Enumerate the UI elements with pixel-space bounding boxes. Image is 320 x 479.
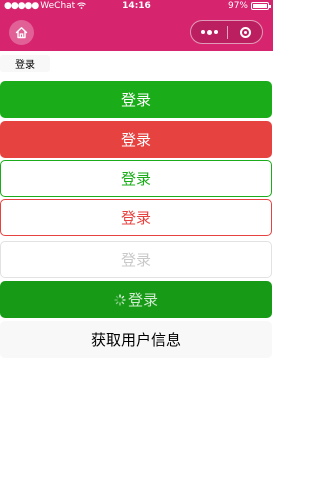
battery-icon <box>251 2 271 10</box>
close-miniprogram-button[interactable] <box>228 26 262 38</box>
more-button[interactable] <box>191 29 227 35</box>
plain-warn-login-button[interactable]: 登录 <box>0 199 272 236</box>
nav-bar <box>0 14 273 51</box>
mini-login-button[interactable]: 登录 <box>0 55 50 72</box>
loading-spinner-icon <box>114 293 126 306</box>
status-right: 97% <box>227 1 271 11</box>
get-user-info-button[interactable]: 获取用户信息 <box>0 321 272 358</box>
loading-button-label: 登录 <box>127 291 158 309</box>
target-icon <box>239 26 251 38</box>
primary-login-button[interactable]: 登录 <box>0 81 272 118</box>
battery-percent: 97% <box>227 1 248 11</box>
capsule-menu <box>190 20 263 44</box>
plain-primary-login-button[interactable]: 登录 <box>0 160 272 197</box>
home-icon <box>15 27 28 39</box>
status-bar: ●●●●● WeChat 14:16 97% <box>0 0 273 14</box>
home-button[interactable] <box>9 20 34 45</box>
disabled-login-button: 登录 <box>0 241 272 278</box>
more-dots-icon <box>200 30 205 34</box>
warn-login-button[interactable]: 登录 <box>0 121 272 158</box>
loading-login-button[interactable]: 登录 <box>0 281 272 318</box>
